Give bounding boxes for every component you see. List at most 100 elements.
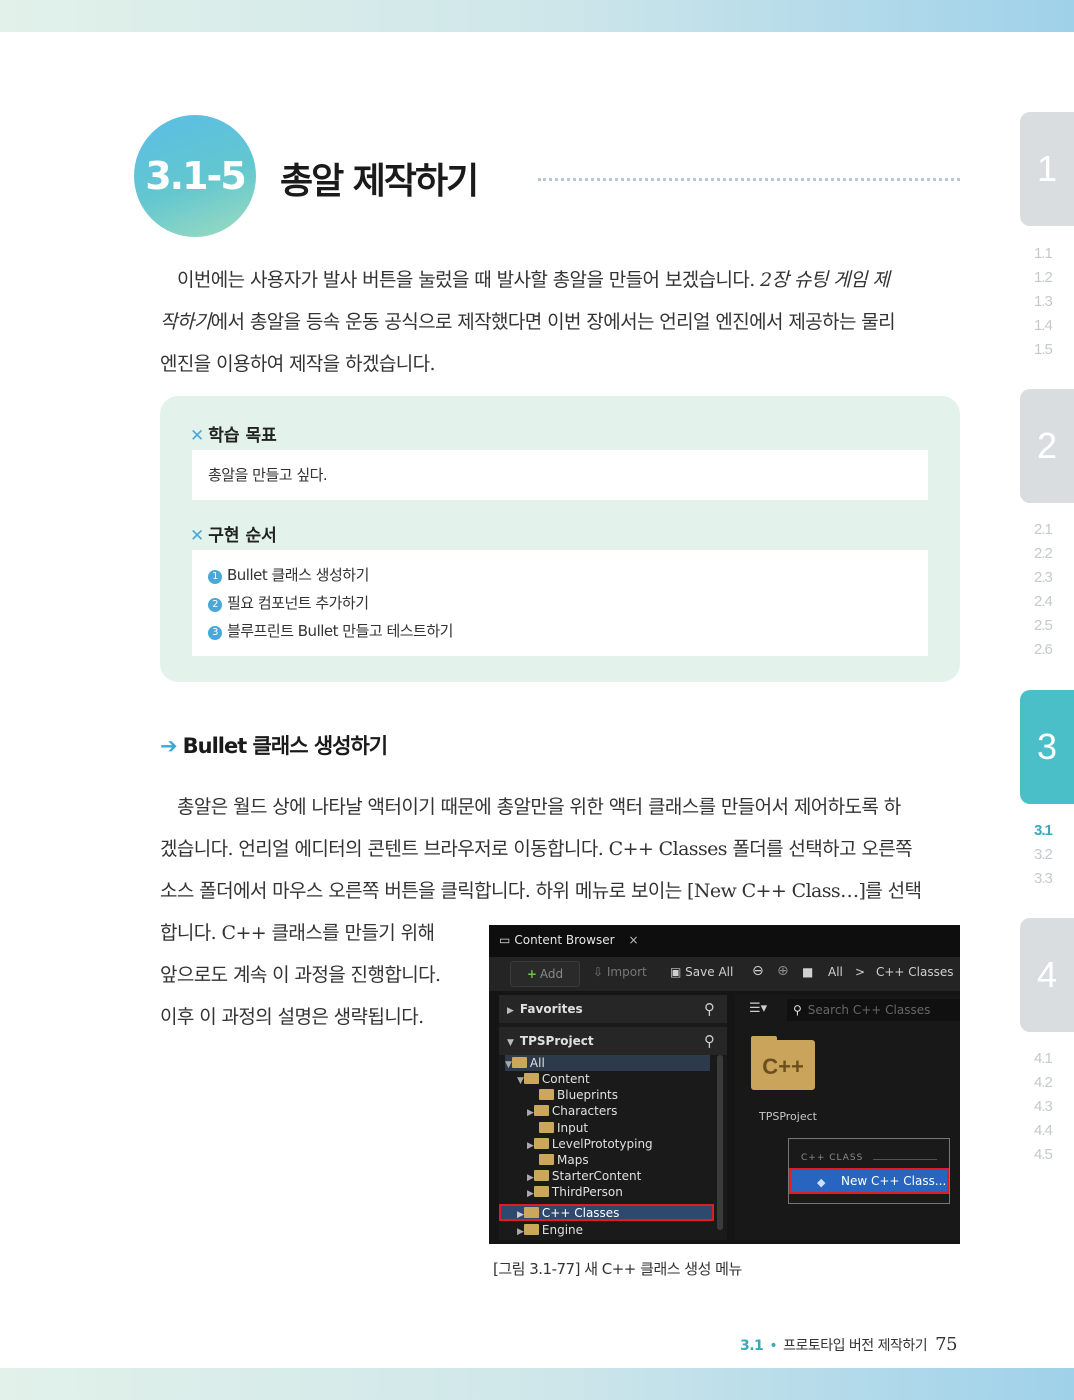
tree-item-cpp-classes[interactable]: ▶ C++ Classes <box>517 1205 619 1221</box>
subsection-label[interactable]: 4.4 <box>1034 1119 1053 1143</box>
top-decor-bar <box>0 0 1074 32</box>
tab-title: Content Browser <box>514 933 615 947</box>
subsection-label-active[interactable]: 3.1 <box>1034 819 1053 843</box>
asset-view-panel: ☰▾ ⚲ Search C++ Classes C++ TPSProject C+… <box>735 995 960 1240</box>
menu-item-label: New C++ Class... <box>841 1174 947 1188</box>
tree-label: LevelPrototyping <box>551 1137 653 1151</box>
expanded-arrow-icon: ▼ <box>507 1038 514 1048</box>
folder-icon <box>533 1186 549 1197</box>
context-menu: C++ CLASS ◆ New C++ Class... <box>788 1138 950 1204</box>
cross-icon: ✕ <box>190 426 205 446</box>
tree-item-engine[interactable]: ▶ Engine <box>517 1222 583 1238</box>
tree-label: C++ Classes <box>541 1206 620 1220</box>
collapsed-arrow-icon: ▶ <box>507 1006 514 1016</box>
chapter-4-subsections: 4.1 4.2 4.3 4.4 4.5 <box>1034 1047 1053 1167</box>
goal-text: 총알을 만들고 싶다. <box>208 466 328 484</box>
chapter-2-subsections: 2.1 2.2 2.3 2.4 2.5 2.6 <box>1034 518 1053 662</box>
subsection-label[interactable]: 2.6 <box>1034 638 1053 662</box>
subsection-label[interactable]: 4.2 <box>1034 1071 1053 1095</box>
chapter-tab-1[interactable]: 1 <box>1020 112 1074 226</box>
tree-scrollbar[interactable] <box>717 1055 723 1230</box>
folder-icon <box>533 1105 549 1116</box>
chapter-1-subsections: 1.1 1.2 1.3 1.4 1.5 <box>1034 242 1053 362</box>
import-label: Import <box>606 965 647 979</box>
search-icon: ⚲ <box>793 1003 802 1017</box>
new-cpp-class-menu-item[interactable]: ◆ New C++ Class... <box>789 1168 949 1194</box>
learning-goal-box: ✕ 학습 목표 총알을 만들고 싶다. ✕ 구현 순서 1 Bullet 클래스 생성… <box>160 396 960 682</box>
project-header[interactable]: ▼ TPSProject ⚲ <box>499 1027 727 1055</box>
breadcrumb-cpp-classes[interactable]: C++ Classes <box>876 965 954 979</box>
forward-icon[interactable]: ⊕ <box>777 963 789 979</box>
cpp-folder-icon[interactable]: C++ <box>751 1040 815 1090</box>
chapter-tab-4[interactable]: 4 <box>1020 918 1074 1032</box>
footer-section: 3.1 <box>740 1338 764 1354</box>
footer-dot: • <box>769 1338 778 1354</box>
subsection-label[interactable]: 4.1 <box>1034 1047 1053 1071</box>
tree-label: Input <box>557 1121 589 1135</box>
tree-item-levelprototyping[interactable]: ▶ LevelPrototyping <box>527 1136 653 1152</box>
search-placeholder: Search C++ Classes <box>807 1003 931 1017</box>
collapsed-arrow-icon: ▶ <box>527 1108 534 1118</box>
folder-icon <box>511 1057 527 1068</box>
subsection-label[interactable]: 2.5 <box>1034 614 1053 638</box>
add-button[interactable]: + Add <box>510 961 580 987</box>
cross-icon: ✕ <box>190 526 205 546</box>
search-input[interactable]: ⚲ Search C++ Classes <box>787 999 960 1021</box>
subsection-label[interactable]: 1.3 <box>1034 290 1053 314</box>
section-number-badge: 3.1-5 <box>134 115 256 237</box>
tree-item-blueprints[interactable]: Blueprints <box>539 1087 618 1103</box>
subsection-heading: ➔ Bullet 클래스 생성하기 <box>160 730 388 760</box>
search-icon[interactable]: ⚲ <box>704 995 715 1023</box>
goal-content: 총알을 만들고 싶다. <box>192 450 928 500</box>
subsection-label[interactable]: 1.2 <box>1034 266 1053 290</box>
chapter-tab-3[interactable]: 3 <box>1020 690 1074 804</box>
search-icon[interactable]: ⚲ <box>704 1027 715 1055</box>
subsection-label[interactable]: 2.1 <box>1034 518 1053 542</box>
subsection-heading-text: Bullet 클래스 생성하기 <box>182 734 388 758</box>
tree-label: Blueprints <box>557 1088 619 1102</box>
chapter-tab-2[interactable]: 2 <box>1020 389 1074 503</box>
favorites-header[interactable]: ▶ Favorites ⚲ <box>499 995 727 1023</box>
tree-item-all[interactable]: ▼ All <box>505 1055 545 1071</box>
filter-icon[interactable]: ☰▾ <box>749 1001 767 1016</box>
import-button[interactable]: ⇩ Import <box>593 965 647 979</box>
save-icon: ▣ <box>670 965 682 979</box>
tree-item-characters[interactable]: ▶ Characters <box>527 1103 617 1119</box>
page-number: 75 <box>935 1334 958 1355</box>
section-divider <box>538 178 960 181</box>
cpp-folder-label[interactable]: TPSProject <box>759 1110 817 1123</box>
breadcrumb-separator: > <box>855 965 866 979</box>
breadcrumb-all[interactable]: All <box>828 965 843 979</box>
tree-item-maps[interactable]: Maps <box>539 1152 589 1168</box>
subsection-label[interactable]: 1.4 <box>1034 314 1053 338</box>
tree-item-content[interactable]: ▼ Content <box>517 1071 590 1087</box>
folder-icon <box>523 1224 539 1235</box>
tree-item-input[interactable]: Input <box>539 1120 588 1136</box>
subsection-label[interactable]: 2.3 <box>1034 566 1053 590</box>
subsection-label[interactable]: 4.3 <box>1034 1095 1053 1119</box>
collapsed-arrow-icon: ▶ <box>527 1173 534 1183</box>
subsection-label[interactable]: 1.1 <box>1034 242 1053 266</box>
close-icon[interactable]: × <box>629 933 639 947</box>
subsection-label[interactable]: 4.5 <box>1034 1143 1053 1167</box>
goal-heading: ✕ 학습 목표 <box>190 421 277 446</box>
step-label: Bullet 클래스 생성하기 <box>227 566 369 584</box>
collapsed-arrow-icon: ▶ <box>517 1210 524 1220</box>
back-icon[interactable]: ⊖ <box>752 963 764 979</box>
step-label: 블루프린트 Bullet 만들고 테스트하기 <box>227 622 453 640</box>
cpp-class-icon: ◆ <box>817 1176 826 1189</box>
subsection-label[interactable]: 3.2 <box>1034 843 1053 867</box>
tree-label: StarterContent <box>551 1169 642 1183</box>
tree-item-thirdperson[interactable]: ▶ ThirdPerson <box>527 1184 623 1200</box>
content-browser-tab[interactable]: ▭ Content Browser × <box>499 933 639 947</box>
subsection-label[interactable]: 2.2 <box>1034 542 1053 566</box>
save-all-button[interactable]: ▣ Save All <box>670 965 733 979</box>
section-number: 3.1-5 <box>145 154 247 198</box>
subsection-label[interactable]: 3.3 <box>1034 867 1053 891</box>
subsection-label[interactable]: 1.5 <box>1034 338 1053 362</box>
tree-label: All <box>529 1056 545 1070</box>
steps-heading: ✕ 구현 순서 <box>190 521 277 546</box>
subsection-label[interactable]: 2.4 <box>1034 590 1053 614</box>
tree-item-startercontent[interactable]: ▶ StarterContent <box>527 1168 641 1184</box>
body-text: 총알은 월드 상에 나타날 액터이기 때문에 총알만을 위한 액터 클래스를 만… <box>177 796 901 818</box>
